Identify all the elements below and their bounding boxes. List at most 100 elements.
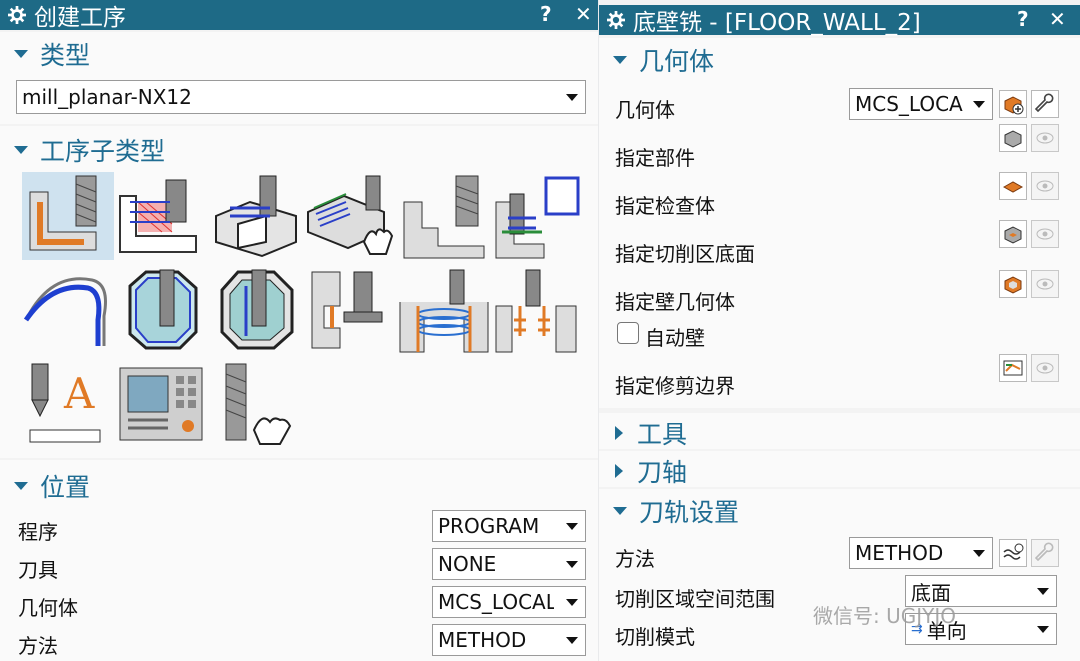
new-method-button[interactable] [999,539,1027,567]
slot-mill-icon[interactable] [304,266,396,354]
floor-wall-titlebar[interactable]: 底壁铣 - [FLOOR_WALL_2] ? ✕ [599,5,1080,36]
specify-floor-button[interactable] [999,220,1027,248]
tool-axis-section-header[interactable]: 刀轴 [615,453,687,489]
expand-arrow-icon [613,507,627,515]
geometry-section-header[interactable]: 几何体 [613,42,714,78]
zlevel-profile-icon[interactable] [398,172,490,260]
planar-mill-icon[interactable] [116,266,208,354]
expand-arrow-icon [14,146,28,154]
eye-icon [1036,278,1054,290]
geometry-select-value: MCS_LOCAL [438,590,557,614]
type-select-value: mill_planar-NX12 [22,85,192,109]
program-select-value: PROGRAM [438,514,540,538]
edit-method-button[interactable] [1031,539,1059,567]
chevron-down-icon [1037,626,1049,633]
floor-wall-icon[interactable] [22,172,114,260]
wrench-icon [1034,93,1054,113]
expand-arrow-icon [14,50,28,58]
section-title: 工序子类型 [40,137,166,166]
chevron-down-icon [973,550,985,557]
geometry-select-value: MCS_LOCA [855,92,963,116]
specify-trim-button[interactable] [999,354,1027,382]
display-wall-button[interactable] [1031,270,1059,298]
mill-control-icon[interactable] [116,360,208,448]
auto-wall-label: 自动壁 [645,326,705,350]
collapsed-arrow-icon [615,464,623,478]
chevron-down-icon [566,523,578,530]
program-label: 程序 [18,520,58,544]
geometry-select[interactable]: MCS_LOCAL [432,586,586,618]
floor-wall-ipw-icon[interactable] [116,172,208,260]
specify-check-label: 指定检查体 [615,194,715,218]
dialog-title: 创建工序 [34,5,126,31]
expand-arrow-icon [613,56,627,64]
new-geometry-button[interactable] [999,90,1027,118]
close-button[interactable]: ✕ [575,2,592,26]
watermark: 微信号: UGJYJO [813,604,956,628]
chevron-down-icon [1037,588,1049,595]
help-button[interactable]: ? [1017,7,1029,31]
tool-select-value: NONE [438,552,497,576]
edit-geometry-button[interactable] [1031,90,1059,118]
hole-chamfer-icon[interactable] [22,266,114,354]
type-section-header[interactable]: 类型 [14,36,90,72]
zlevel-cavity-icon[interactable] [210,172,302,260]
create-operation-titlebar[interactable]: 创建工序 ? ✕ [0,0,598,31]
chevron-down-icon [566,561,578,568]
new-geometry-icon [1004,96,1024,115]
specify-part-button[interactable] [999,124,1027,152]
specify-check-button[interactable] [999,172,1027,200]
display-check-button[interactable] [1031,172,1059,200]
new-method-icon [1003,543,1024,560]
close-button[interactable]: ✕ [1049,7,1066,31]
dialog-title: 底壁铣 - [FLOOR_WALL_2] [633,10,921,36]
specify-floor-label: 指定切削区底面 [615,242,755,266]
tool-axis-section: 刀轴 [599,451,1080,487]
display-part-button[interactable] [1031,124,1059,152]
cut-pattern-label: 切削模式 [615,625,695,649]
tool-label: 刀具 [18,558,58,582]
geometry-select[interactable]: MCS_LOCA [849,88,993,120]
collapsed-arrow-icon [615,426,623,440]
thread-mill-icon[interactable] [398,266,490,354]
chevron-down-icon [973,101,985,108]
method-select-value: METHOD [438,628,527,652]
location-section-header[interactable]: 位置 [14,468,90,504]
section-title: 几何体 [639,47,715,76]
cavity-mill-icon[interactable] [210,266,302,354]
method-select[interactable]: METHOD [432,624,586,656]
eye-icon [1036,132,1054,144]
path-settings-section-header[interactable]: 刀轨设置 [613,493,739,529]
manual-face-icon[interactable] [304,172,396,260]
method-select-value: METHOD [855,541,944,565]
tool-section-header[interactable]: 工具 [615,415,687,451]
tool-select[interactable]: NONE [432,548,586,580]
geometry-section: 几何体 几何体 MCS_LOCA 指定部件 指定检查体 指定切削区底面 指定壁几… [599,38,1080,408]
create-operation-dialog: 创建工序 ? ✕ 类型 mill_planar-NX12 工序子类型 A 位置 … [0,0,598,661]
floor-wall-dialog: 底壁铣 - [FLOOR_WALL_2] ? ✕ 几何体 几何体 MCS_LOC… [599,0,1080,661]
chevron-down-icon [566,637,578,644]
specify-wall-button[interactable] [999,270,1027,298]
type-select[interactable]: mill_planar-NX12 [16,80,586,114]
planar-text-icon[interactable]: A [22,360,114,448]
program-select[interactable]: PROGRAM [432,510,586,542]
display-trim-button[interactable] [1031,354,1059,382]
hole-mill-icon[interactable] [492,266,584,354]
method-select[interactable]: METHOD [849,537,993,569]
auto-wall-checkbox[interactable] [617,322,639,344]
svg-text:A: A [63,369,95,418]
groove-mill-icon[interactable] [492,172,584,260]
geometry-label: 几何体 [18,596,78,620]
gear-icon [8,6,26,24]
eye-icon [1036,362,1054,374]
subtype-section-header[interactable]: 工序子类型 [14,132,165,168]
mill-user-icon[interactable] [210,360,302,448]
section-title: 位置 [40,473,91,502]
method-label: 方法 [615,547,655,571]
part-icon [1004,130,1022,148]
display-floor-button[interactable] [1031,220,1059,248]
specify-wall-label: 指定壁几何体 [615,290,735,314]
method-label: 方法 [18,634,58,658]
type-section: 类型 mill_planar-NX12 [0,32,598,124]
help-button[interactable]: ? [540,2,552,26]
